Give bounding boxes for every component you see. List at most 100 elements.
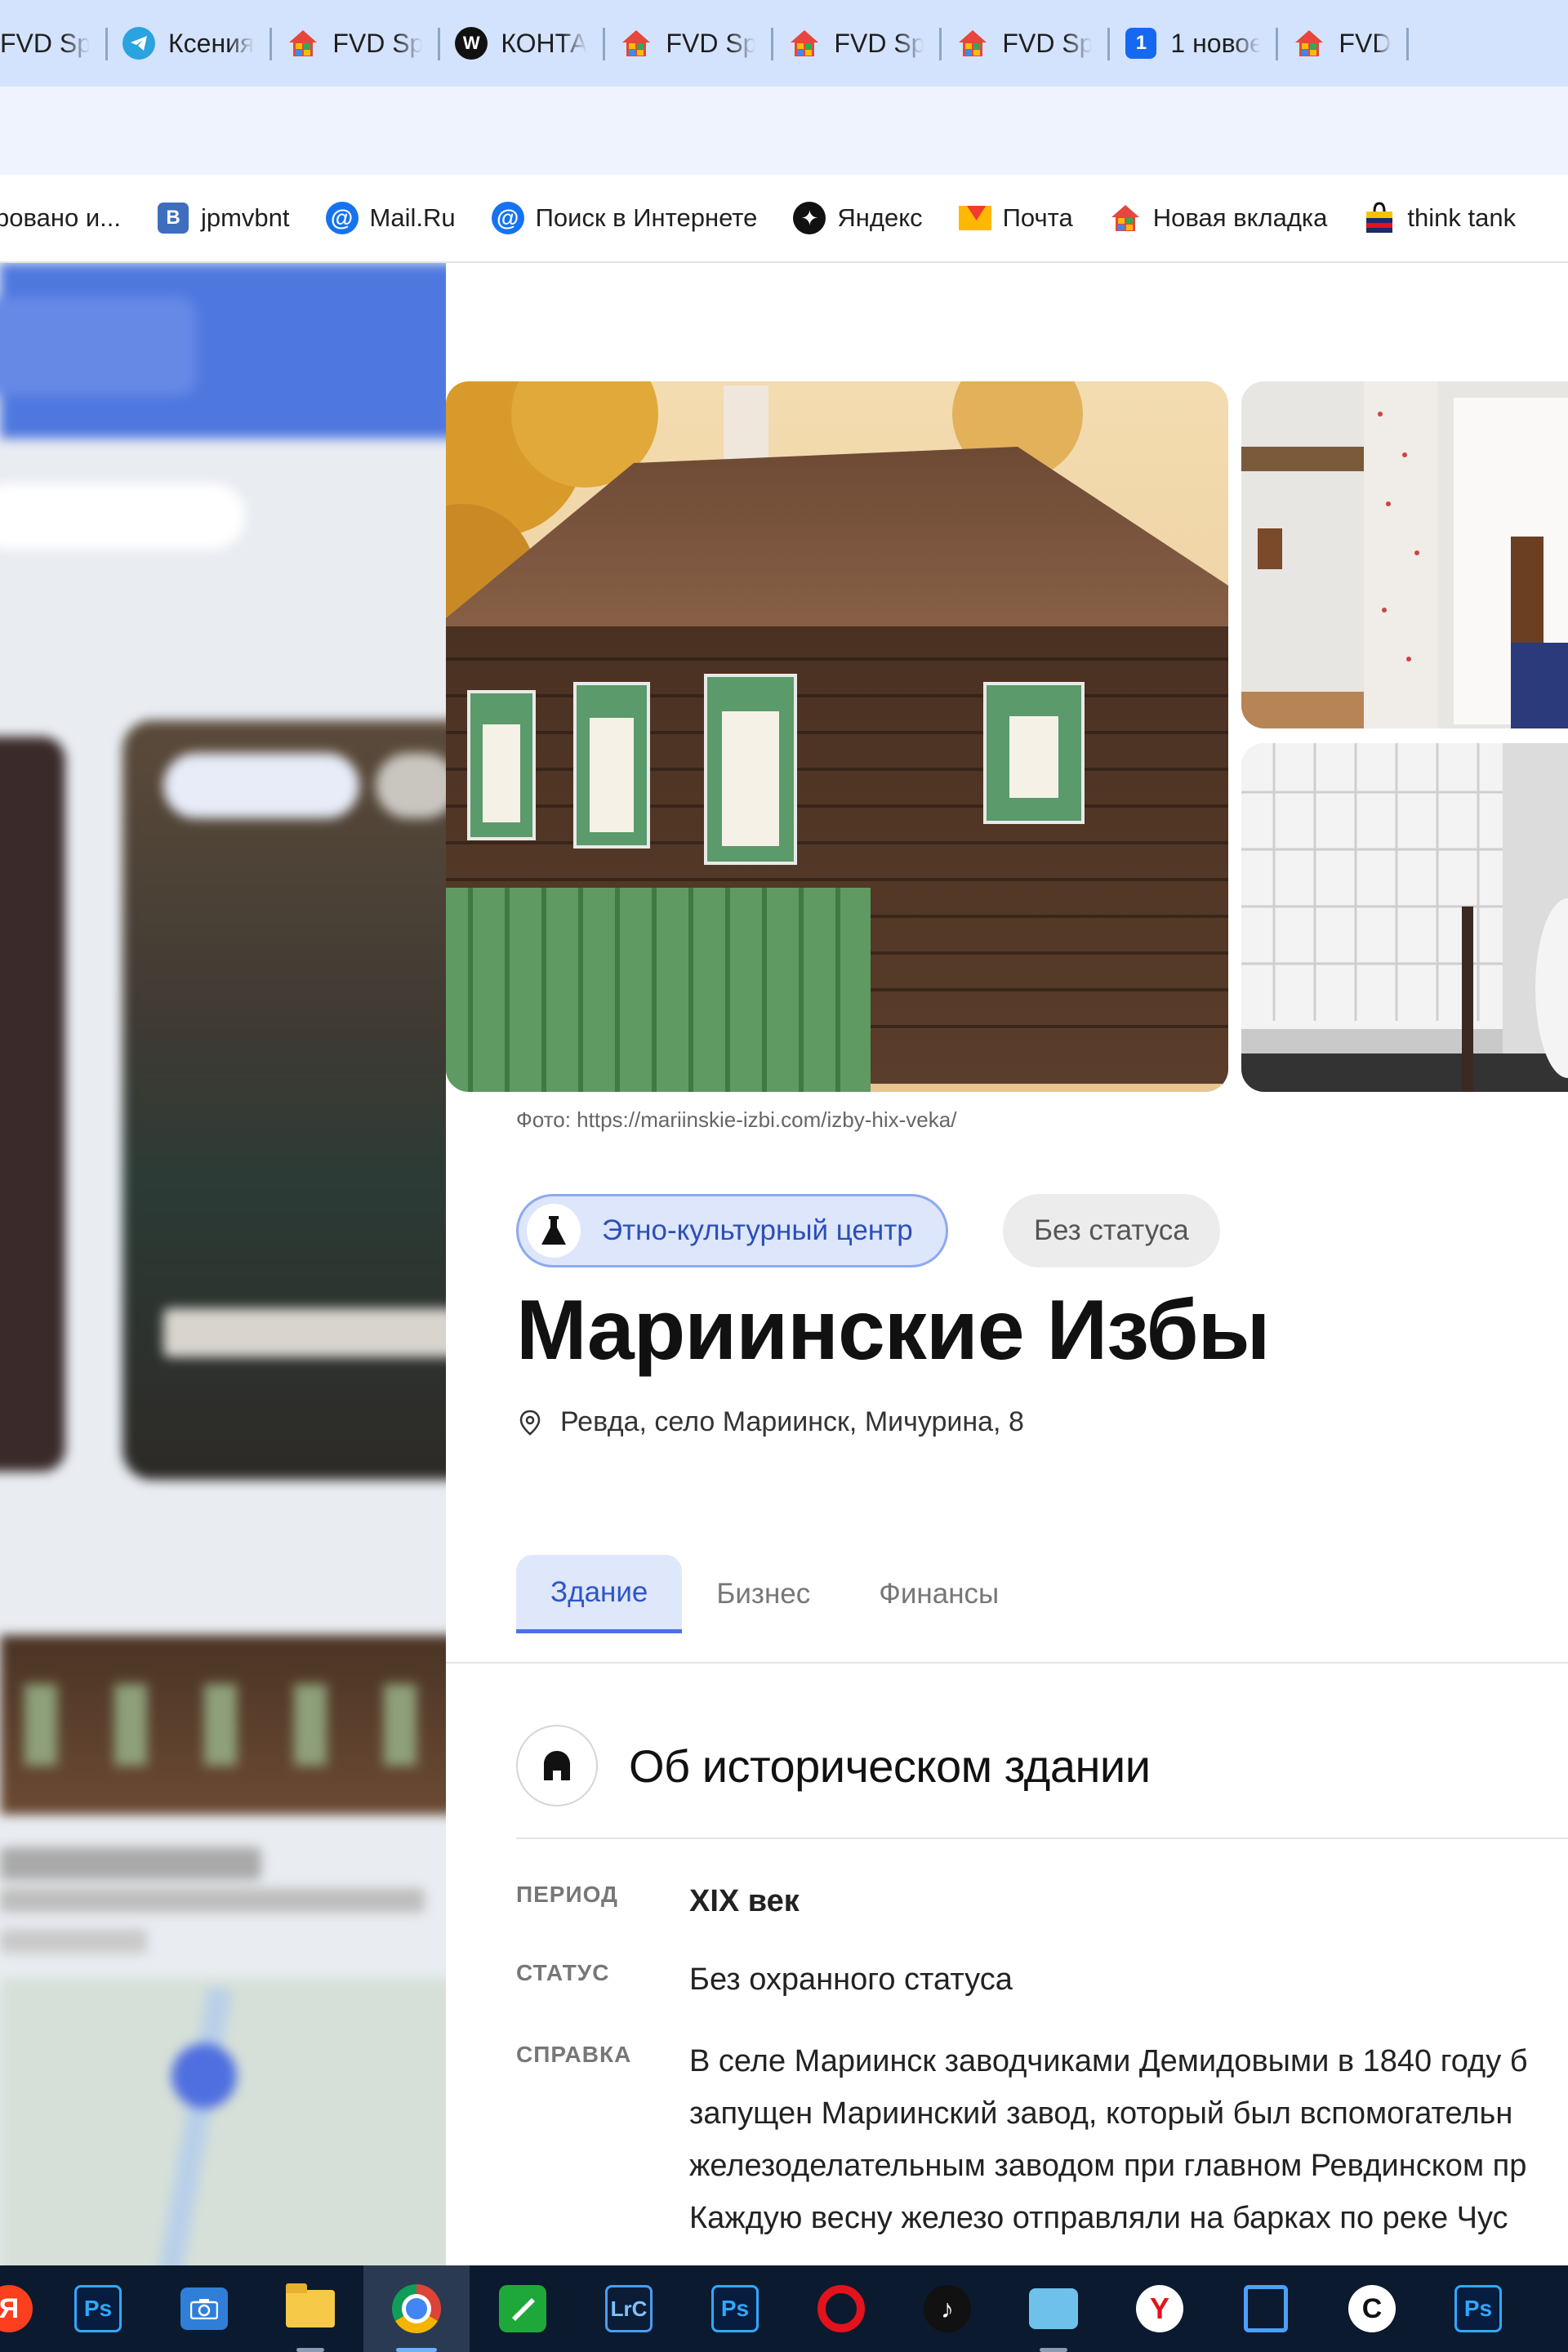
file-explorer-icon bbox=[286, 2283, 335, 2328]
bookmark-item[interactable]: В jpmvbnt bbox=[157, 202, 290, 234]
mail-envelope-icon bbox=[958, 202, 991, 234]
bookmark-label: Яндекс bbox=[837, 203, 923, 232]
mailru-search-icon: @ bbox=[491, 202, 524, 234]
field-value: Без охранного статуса bbox=[689, 1962, 1013, 1997]
gallery-photo[interactable] bbox=[1241, 743, 1568, 1092]
field-value: XIX век bbox=[689, 1884, 800, 1918]
gallery-photo[interactable] bbox=[1241, 381, 1568, 728]
tiktok-icon: ♪ bbox=[924, 2285, 971, 2332]
flask-icon bbox=[527, 1204, 581, 1258]
yandex-browser-icon: Я bbox=[0, 2285, 33, 2332]
status-chip[interactable]: Без статуса bbox=[1003, 1194, 1220, 1267]
field-label: СТАТУС bbox=[516, 1960, 610, 1985]
green-app-icon bbox=[499, 2285, 546, 2332]
browser-tab[interactable]: FVD Sp bbox=[272, 0, 441, 87]
browser-tab[interactable]: FVD Sp bbox=[773, 0, 942, 87]
yandex-icon: ✦ bbox=[793, 202, 826, 234]
browser-tab[interactable]: Ксения bbox=[108, 0, 273, 87]
tab-building[interactable]: Здание bbox=[516, 1555, 683, 1633]
mailru-icon: @ bbox=[325, 202, 359, 234]
camera-icon bbox=[180, 2287, 228, 2330]
field-label: СПРАВКА bbox=[516, 2042, 632, 2067]
info-line: В селе Мариинск заводчиками Демидовыми в… bbox=[689, 2044, 1528, 2078]
field-value: В селе Мариинск заводчиками Демидовыми в… bbox=[689, 2035, 1568, 2244]
bookmark-item[interactable]: think tank bbox=[1363, 202, 1516, 234]
tab-title: FVD Sp bbox=[834, 28, 924, 58]
yandex-y-icon: Y bbox=[1136, 2285, 1183, 2332]
taskbar-app[interactable] bbox=[257, 2265, 363, 2352]
bookmark-label: Поиск в Интернете bbox=[535, 203, 758, 232]
bookmark-item[interactable]: Новая вкладка bbox=[1109, 202, 1327, 234]
browser-tab[interactable]: FVD Sp bbox=[942, 0, 1111, 87]
bookmark-item[interactable]: @ Mail.Ru bbox=[325, 202, 456, 234]
fvd-house-icon bbox=[788, 27, 821, 60]
detail-tabs: Здание Бизнес Финансы bbox=[516, 1555, 1033, 1633]
browser-tab[interactable]: W КОНТА bbox=[440, 0, 606, 87]
object-address: Ревда, село Мариинск, Мичурина, 8 bbox=[516, 1406, 1024, 1438]
opera-icon bbox=[817, 2285, 865, 2332]
info-line: Каждую весну железо отправляли на барках… bbox=[689, 2201, 1508, 2235]
fvd-house-icon bbox=[1293, 27, 1325, 60]
taskbar-app[interactable] bbox=[1000, 2265, 1107, 2352]
photo-caption: Фото: https://mariinskie-izbi.com/izby-h… bbox=[516, 1107, 957, 1132]
tab-business[interactable]: Бизнес bbox=[682, 1555, 844, 1633]
taskbar-app[interactable] bbox=[1213, 2265, 1319, 2352]
object-detail-panel: Фото: https://mariinskie-izbi.com/izby-h… bbox=[446, 263, 1568, 2265]
bookmark-label: ровано и... bbox=[0, 203, 121, 232]
taskbar-app[interactable]: Y bbox=[1107, 2265, 1213, 2352]
address-bar[interactable] bbox=[0, 87, 1568, 175]
taskbar-app[interactable] bbox=[151, 2265, 257, 2352]
bookmark-label: Mail.Ru bbox=[369, 203, 456, 232]
building-icon bbox=[516, 1725, 598, 1806]
taskbar-app[interactable] bbox=[470, 2265, 576, 2352]
bookmarks-bar: ровано и... В jpmvbnt @ Mail.Ru @ Поиск … bbox=[0, 175, 1568, 263]
tab-title: КОНТА bbox=[501, 28, 588, 58]
object-type-chip[interactable]: Этно-культурный центр bbox=[516, 1194, 948, 1267]
gift-bag-icon bbox=[1363, 202, 1396, 234]
info-line: запущен Мариинский завод, который был вс… bbox=[689, 2096, 1513, 2131]
telegram-icon bbox=[122, 27, 155, 60]
info-line: железоделательным заводом при главном Ре… bbox=[689, 2149, 1527, 2183]
taskbar-app[interactable]: Я bbox=[0, 2265, 45, 2352]
browser-tab[interactable]: 1 1 новое bbox=[1110, 0, 1279, 87]
os-taskbar: Я Ps LrC Ps ♪ Y C Ps bbox=[0, 2265, 1568, 2352]
taskbar-app[interactable] bbox=[363, 2265, 470, 2352]
page-title: Мариинские Избы bbox=[516, 1283, 1270, 1378]
bookmark-label: Почта bbox=[1002, 203, 1073, 232]
tab-title: FVD Sp bbox=[332, 28, 423, 58]
browser-tab[interactable]: FVD Sp bbox=[0, 0, 108, 87]
bookmark-item[interactable]: @ Поиск в Интернете bbox=[491, 202, 758, 234]
taskbar-app[interactable]: Ps bbox=[45, 2265, 151, 2352]
tab-title: FVD Sp bbox=[666, 28, 756, 58]
bookmark-item[interactable]: Почта bbox=[958, 202, 1073, 234]
bookmark-item[interactable]: ровано и... bbox=[0, 203, 121, 233]
bookmark-item[interactable]: ✦ Яндекс bbox=[793, 202, 923, 234]
taskbar-app[interactable] bbox=[788, 2265, 894, 2352]
object-type-label: Этно-культурный центр bbox=[602, 1214, 913, 1246]
browser-tab[interactable]: FVD bbox=[1278, 0, 1410, 87]
meet-icon bbox=[1029, 2288, 1078, 2329]
one-badge-icon: 1 bbox=[1125, 27, 1157, 60]
taskbar-app[interactable]: ♪ bbox=[894, 2265, 1000, 2352]
field-label: ПЕРИОД bbox=[516, 1882, 618, 1907]
divider bbox=[516, 1838, 1568, 1839]
chrome-icon bbox=[392, 2284, 441, 2333]
taskbar-app[interactable]: C bbox=[1319, 2265, 1425, 2352]
fvd-house-icon bbox=[956, 27, 989, 60]
section-header: Об историческом здании bbox=[516, 1725, 1151, 1806]
lightroom-icon: LrC bbox=[605, 2285, 653, 2332]
browser-tab[interactable]: FVD Sp bbox=[605, 0, 774, 87]
tab-finance[interactable]: Финансы bbox=[844, 1555, 1033, 1633]
taskbar-app[interactable]: Ps bbox=[1425, 2265, 1531, 2352]
bookmark-label: think tank bbox=[1407, 203, 1517, 232]
section-title: Об историческом здании bbox=[629, 1740, 1151, 1792]
address-text: Ревда, село Мариинск, Мичурина, 8 bbox=[560, 1406, 1024, 1437]
main-photo[interactable] bbox=[446, 381, 1228, 1092]
taskbar-app[interactable]: Ps bbox=[682, 2265, 788, 2352]
tab-title: FVD Sp bbox=[0, 28, 90, 58]
tab-title: Ксения bbox=[168, 28, 255, 58]
tab-title: 1 новое bbox=[1170, 28, 1261, 58]
vk-icon: В bbox=[157, 202, 189, 234]
bookmark-label: jpmvbnt bbox=[200, 203, 290, 232]
taskbar-app[interactable]: LrC bbox=[576, 2265, 682, 2352]
